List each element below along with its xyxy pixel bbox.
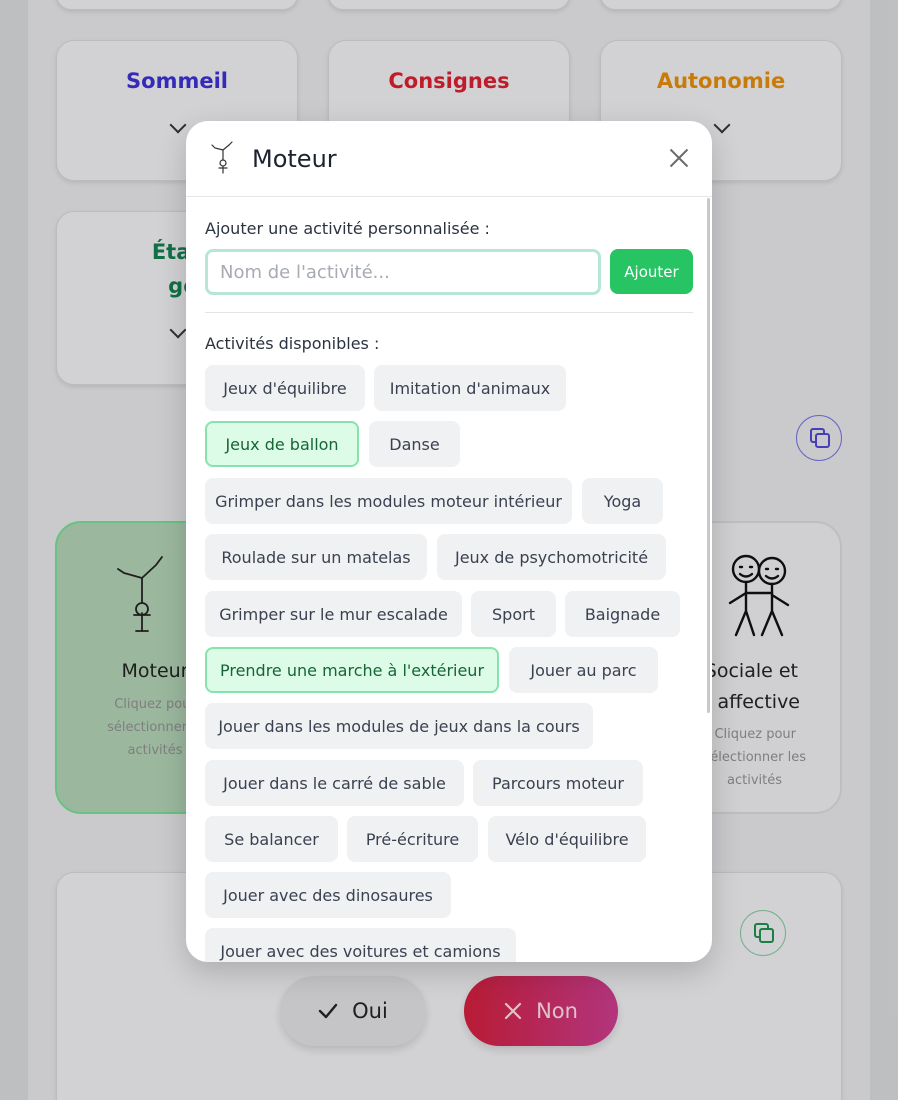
activity-modal: Moteur Ajouter une activité personnalisé… [186, 121, 712, 962]
modal-body: Ajouter une activité personnalisée : Ajo… [186, 198, 712, 962]
activity-chip[interactable]: Jouer avec des voitures et camions [205, 928, 516, 962]
modal-header: Moteur [186, 121, 712, 197]
modal-title: Moteur [252, 145, 337, 173]
add-activity-button[interactable]: Ajouter [610, 249, 693, 294]
activity-chip[interactable]: Jeux de ballon [205, 421, 359, 467]
scrollbar[interactable] [707, 198, 710, 713]
moteur-figure-icon [211, 141, 233, 174]
activity-chip[interactable]: Grimper dans les modules moteur intérieu… [205, 478, 572, 524]
available-activities-label: Activités disponibles : [205, 334, 380, 353]
divider [205, 312, 693, 313]
activity-chip[interactable]: Jouer dans les modules de jeux dans la c… [205, 703, 593, 749]
activity-chip[interactable]: Prendre une marche à l'extérieur [205, 647, 499, 693]
activity-chip[interactable]: Se balancer [205, 816, 338, 862]
activity-chip[interactable]: Jouer dans le carré de sable [205, 760, 464, 806]
close-icon[interactable] [668, 147, 690, 169]
activity-chip[interactable]: Parcours moteur [473, 760, 643, 806]
activity-chip[interactable]: Grimper sur le mur escalade [205, 591, 462, 637]
activity-chip[interactable]: Imitation d'animaux [374, 365, 566, 411]
activity-chip[interactable]: Jouer avec des dinosaures [205, 872, 451, 918]
activity-chip[interactable]: Jeux d'équilibre [205, 365, 365, 411]
activity-chip[interactable]: Pré-écriture [347, 816, 478, 862]
activity-chip[interactable]: Jouer au parc [509, 647, 658, 693]
activity-chip[interactable]: Danse [369, 421, 460, 467]
activity-chip[interactable]: Jeux de psychomotricité [437, 534, 666, 580]
activity-name-input[interactable] [205, 249, 601, 295]
custom-activity-label: Ajouter une activité personnalisée : [205, 219, 490, 238]
activity-chip[interactable]: Yoga [582, 478, 663, 524]
activity-chip[interactable]: Vélo d'équilibre [488, 816, 646, 862]
activity-chip[interactable]: Baignade [565, 591, 680, 637]
activity-chip[interactable]: Sport [471, 591, 556, 637]
activity-chip[interactable]: Roulade sur un matelas [205, 534, 427, 580]
